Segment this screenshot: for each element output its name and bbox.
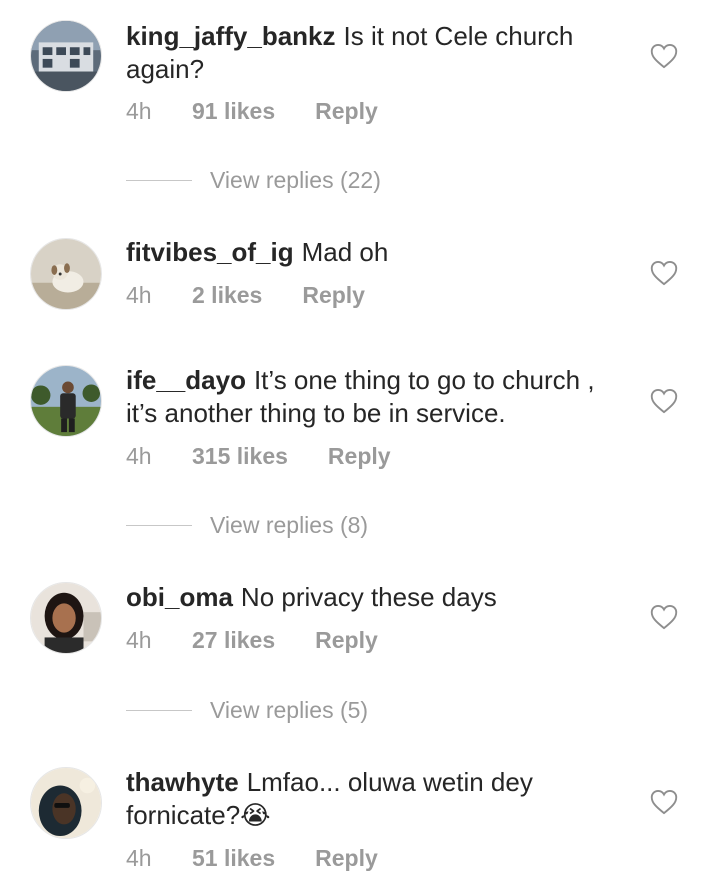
- timestamp: 4h: [126, 845, 152, 871]
- view-replies-button[interactable]: View replies (5): [126, 697, 368, 724]
- timestamp: 4h: [126, 98, 152, 124]
- like-heart-icon[interactable]: [650, 789, 678, 815]
- view-replies-button[interactable]: View replies (22): [126, 167, 381, 194]
- timestamp: 4h: [126, 282, 152, 308]
- divider-line: [126, 525, 192, 526]
- divider-line: [126, 180, 192, 181]
- comment-meta: 4h 2 likes Reply: [126, 282, 365, 309]
- like-heart-icon[interactable]: [650, 260, 678, 286]
- like-count[interactable]: 315 likes: [192, 443, 288, 470]
- timestamp: 4h: [126, 443, 152, 469]
- view-replies-label: View replies (5): [210, 697, 369, 723]
- like-count[interactable]: 91 likes: [192, 98, 275, 125]
- comment-meta: 4h 91 likes Reply: [126, 98, 378, 125]
- like-heart-icon[interactable]: [650, 43, 678, 69]
- reply-button[interactable]: Reply: [315, 627, 378, 654]
- reply-button[interactable]: Reply: [315, 98, 378, 125]
- person-photo-icon: [31, 583, 101, 653]
- avatar[interactable]: [30, 365, 102, 437]
- avatar[interactable]: [30, 20, 102, 92]
- avatar[interactable]: [30, 238, 102, 310]
- comment-text: ife__dayo It’s one thing to go to church …: [126, 364, 626, 430]
- person-photo-icon: [31, 768, 101, 838]
- username[interactable]: thawhyte: [126, 767, 239, 797]
- timestamp: 4h: [126, 627, 152, 653]
- comment-text: fitvibes_of_ig Mad oh: [126, 236, 626, 269]
- reply-button[interactable]: Reply: [302, 282, 365, 309]
- like-count[interactable]: 2 likes: [192, 282, 262, 309]
- dog-photo-icon: [31, 239, 101, 309]
- like-heart-icon[interactable]: [650, 604, 678, 630]
- view-replies-label: View replies (8): [210, 512, 369, 538]
- divider-line: [126, 710, 192, 711]
- comment-meta: 4h 27 likes Reply: [126, 627, 378, 654]
- comment-body: Mad oh: [301, 237, 389, 267]
- reply-button[interactable]: Reply: [315, 845, 378, 872]
- comment-text: king_jaffy_bankz Is it not Cele church ag…: [126, 20, 626, 86]
- comment-text: obi_oma No privacy these days: [126, 581, 626, 614]
- comment-meta: 4h 315 likes Reply: [126, 443, 391, 470]
- username[interactable]: fitvibes_of_ig: [126, 237, 294, 267]
- username[interactable]: ife__dayo: [126, 365, 246, 395]
- reply-button[interactable]: Reply: [328, 443, 391, 470]
- like-count[interactable]: 27 likes: [192, 627, 275, 654]
- comment-text: thawhyte Lmfao... oluwa wetin dey fornica…: [126, 766, 626, 832]
- username[interactable]: king_jaffy_bankz: [126, 21, 336, 51]
- like-heart-icon[interactable]: [650, 388, 678, 414]
- like-count[interactable]: 51 likes: [192, 845, 275, 872]
- comment-body: No privacy these days: [240, 582, 497, 612]
- username[interactable]: obi_oma: [126, 582, 233, 612]
- comment-meta: 4h 51 likes Reply: [126, 845, 378, 872]
- person-photo-icon: [31, 366, 101, 436]
- avatar[interactable]: [30, 767, 102, 839]
- view-replies-button[interactable]: View replies (8): [126, 512, 368, 539]
- building-photo-icon: [31, 21, 101, 91]
- view-replies-label: View replies (22): [210, 167, 381, 193]
- avatar[interactable]: [30, 582, 102, 654]
